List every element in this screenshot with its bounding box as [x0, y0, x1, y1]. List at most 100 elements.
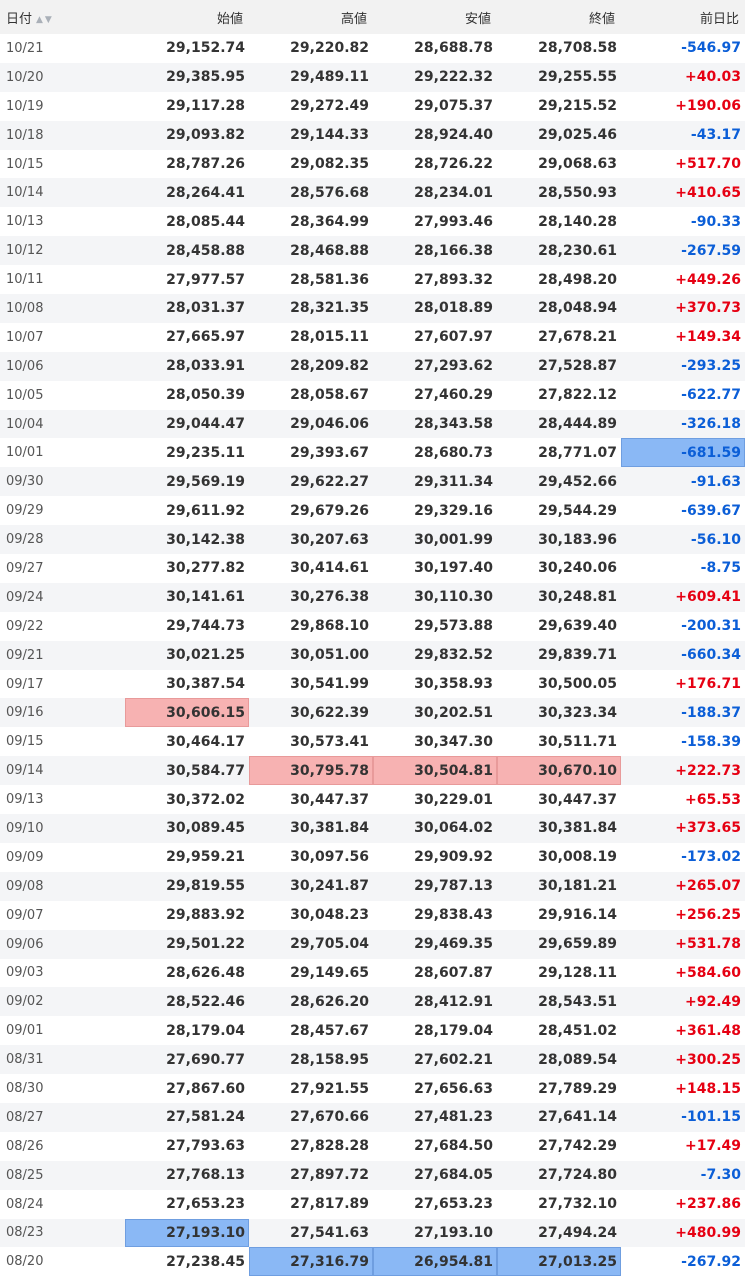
cell-open: 30,606.15 — [125, 698, 249, 728]
cell-high: 29,679.26 — [290, 502, 369, 519]
column-header-high[interactable]: 高値 — [249, 0, 373, 34]
table-row: 08/27 27,581.24 27,670.66 27,481.23 27,641.1… — [0, 1102, 745, 1132]
cell-close: 27,528.87 — [538, 358, 617, 375]
cell-open: 29,744.73 — [166, 618, 245, 635]
cell-open: 28,085.44 — [166, 213, 245, 230]
table-row: 08/26 27,793.63 27,828.28 27,684.50 27,742.2… — [0, 1132, 745, 1161]
cell-high: 29,393.67 — [290, 444, 369, 461]
cell-change: +300.25 — [675, 1051, 741, 1068]
table-row: 09/28 30,142.38 30,207.63 30,001.99 30,183.9… — [0, 525, 745, 555]
column-header-open[interactable]: 始値 — [125, 0, 249, 34]
cell-close: 29,255.55 — [538, 69, 617, 86]
cell-close: 30,008.19 — [538, 849, 617, 866]
cell-high: 30,381.84 — [290, 820, 369, 837]
cell-date: 08/24 — [6, 1196, 44, 1212]
cell-low: 28,688.78 — [414, 40, 493, 57]
cell-change: +40.03 — [684, 69, 741, 86]
cell-low: 27,656.63 — [414, 1080, 493, 1097]
cell-change: +531.78 — [675, 936, 741, 953]
cell-date: 09/21 — [6, 647, 44, 663]
cell-change: +361.48 — [675, 1022, 741, 1039]
column-header-low[interactable]: 安値 — [373, 0, 497, 34]
cell-close: 28,543.51 — [538, 993, 617, 1010]
cell-high: 27,670.66 — [290, 1109, 369, 1126]
cell-date: 09/30 — [6, 474, 44, 490]
cell-open: 28,264.41 — [166, 184, 245, 201]
table-row: 09/09 29,959.21 30,097.56 29,909.92 30,008.1… — [0, 843, 745, 872]
cell-high: 29,082.35 — [290, 156, 369, 172]
cell-open: 29,883.92 — [166, 907, 245, 924]
cell-date: 10/20 — [6, 69, 44, 85]
cell-high: 28,209.82 — [290, 358, 369, 375]
cell-close: 28,140.28 — [538, 213, 617, 230]
cell-low: 27,460.29 — [414, 387, 493, 404]
cell-date: 09/29 — [6, 503, 44, 519]
cell-open: 29,569.19 — [166, 473, 245, 490]
cell-high: 29,622.27 — [290, 473, 369, 490]
cell-high: 30,241.87 — [290, 878, 369, 895]
cell-high: 29,046.06 — [290, 416, 369, 433]
cell-high: 28,321.35 — [290, 300, 369, 317]
cell-close: 28,089.54 — [538, 1051, 617, 1068]
cell-date: 09/24 — [6, 589, 44, 605]
cell-change: -267.92 — [681, 1253, 741, 1270]
cell-date: 10/07 — [6, 329, 44, 345]
cell-open: 29,117.28 — [166, 98, 245, 115]
cell-close: 27,822.12 — [538, 387, 617, 404]
cell-open: 29,044.47 — [166, 416, 245, 433]
cell-date: 09/22 — [6, 618, 44, 634]
cell-date: 10/21 — [6, 40, 44, 56]
cell-low: 27,993.46 — [414, 213, 493, 230]
cell-date: 10/11 — [6, 272, 44, 288]
cell-open: 27,768.13 — [166, 1167, 245, 1184]
cell-date: 10/14 — [6, 185, 44, 201]
cell-change: -173.02 — [681, 849, 741, 866]
cell-change: -267.59 — [681, 242, 741, 259]
cell-high: 30,447.37 — [290, 791, 369, 808]
table-row: 10/21 29,152.74 29,220.82 28,688.78 28,708.5… — [0, 34, 745, 63]
cell-date: 10/12 — [6, 243, 44, 259]
cell-open: 29,385.95 — [166, 69, 245, 86]
cell-open: 27,581.24 — [166, 1109, 245, 1126]
cell-low: 27,607.97 — [414, 329, 493, 346]
cell-low: 30,347.30 — [414, 733, 493, 750]
cell-high: 27,817.89 — [290, 1196, 369, 1213]
cell-open: 27,193.10 — [125, 1218, 249, 1248]
cell-high: 30,207.63 — [290, 531, 369, 548]
table-header: 日付 ▲▼ 始値 高値 安値 終値 前日比 — [0, 0, 745, 34]
column-header-change[interactable]: 前日比 — [621, 0, 745, 34]
cell-date: 09/14 — [6, 763, 44, 779]
cell-open: 30,464.17 — [166, 733, 245, 750]
cell-date: 08/26 — [6, 1138, 44, 1154]
cell-open: 30,277.82 — [166, 560, 245, 577]
cell-date: 09/01 — [6, 1023, 44, 1039]
cell-change: +237.86 — [675, 1196, 741, 1213]
cell-open: 28,031.37 — [166, 300, 245, 317]
cell-low: 30,504.81 — [373, 756, 497, 786]
cell-high: 28,364.99 — [290, 213, 369, 230]
cell-low: 27,684.50 — [414, 1138, 493, 1155]
cell-change: +65.53 — [684, 791, 741, 808]
cell-open: 30,021.25 — [166, 647, 245, 664]
column-header-close[interactable]: 終値 — [497, 0, 621, 34]
cell-low: 28,179.04 — [414, 1022, 493, 1039]
sort-arrows-icon[interactable]: ▲▼ — [36, 15, 54, 25]
price-history-table: 日付 ▲▼ 始値 高値 安値 終値 前日比 10/21 29,152.74 29,22… — [0, 0, 745, 1277]
table-row: 09/10 30,089.45 30,381.84 30,064.02 30,381.8… — [0, 814, 745, 843]
cell-low: 30,202.51 — [414, 704, 493, 721]
cell-date: 08/27 — [6, 1109, 44, 1125]
cell-low: 28,018.89 — [414, 300, 493, 317]
cell-change: -7.30 — [700, 1167, 741, 1184]
cell-change: -326.18 — [681, 416, 741, 433]
cell-close: 28,708.58 — [538, 40, 617, 57]
cell-close: 29,068.63 — [538, 156, 617, 172]
cell-close: 30,181.21 — [538, 878, 617, 895]
cell-low: 28,412.91 — [414, 993, 493, 1010]
table-row: 10/12 28,458.88 28,468.88 28,166.38 28,230.6… — [0, 236, 745, 266]
cell-high: 28,626.20 — [290, 993, 369, 1010]
column-header-date[interactable]: 日付 ▲▼ — [0, 0, 125, 34]
cell-date: 09/13 — [6, 792, 44, 808]
table-row: 09/13 30,372.02 30,447.37 30,229.01 30,447.3… — [0, 785, 745, 814]
cell-change: +449.26 — [675, 271, 741, 288]
cell-close: 30,248.81 — [538, 589, 617, 606]
